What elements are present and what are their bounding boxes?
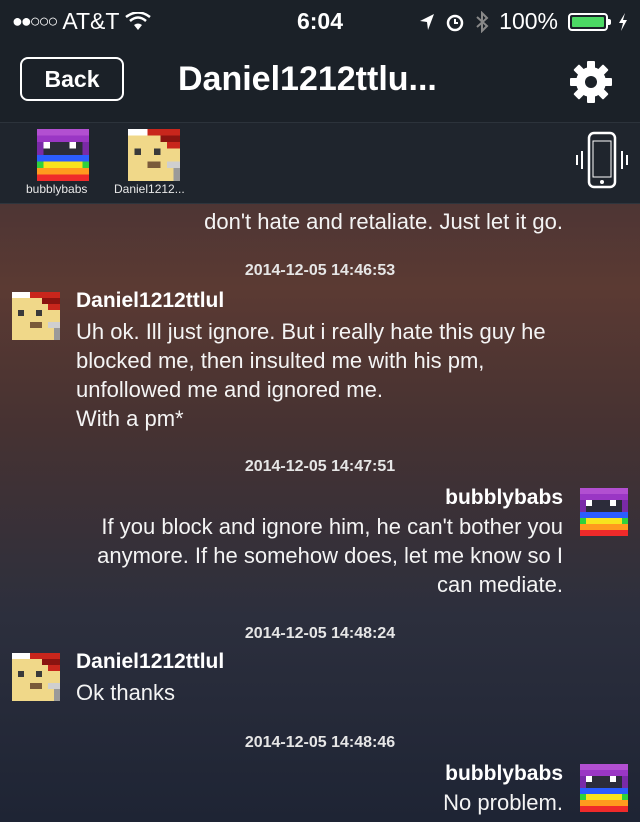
message-text[interactable]: If you block and ignore him, he can't bo… <box>23 512 563 599</box>
phone-vibrate-icon[interactable] <box>574 129 630 191</box>
partial-message-text: don't hate and retaliate. Just let it go… <box>204 209 563 234</box>
status-right: 100% <box>419 8 628 35</box>
message-line: Ok thanks <box>76 680 176 705</box>
timestamp: 2014-12-05 14:48:24 <box>244 625 396 642</box>
navigation-bar: Back Daniel1212ttlu... <box>0 40 640 123</box>
message-line: No problem. <box>443 790 563 815</box>
timestamp: 2014-12-05 14:46:53 <box>244 262 396 279</box>
message-text[interactable]: With a pm* <box>76 404 616 433</box>
battery-icon <box>568 12 611 31</box>
message-line: Uh ok. Ill just ignore. But i really hat… <box>76 319 546 344</box>
bluetooth-icon <box>475 10 489 33</box>
message-line: anymore. If he somehow does, let me know… <box>97 543 563 568</box>
location-arrow-icon <box>419 13 435 31</box>
avatar-daniel[interactable] <box>12 292 60 340</box>
message-line: unfollowed me and ignored me. <box>76 377 383 402</box>
participant-strip: bubblybabs Daniel1212... <box>0 123 640 204</box>
message-line: blocked me, then insulted me with his pm… <box>76 348 485 373</box>
message-line: can mediate. <box>437 572 563 597</box>
avatar-bubblybabs[interactable] <box>580 764 628 812</box>
sender-name: Daniel1212ttlul <box>76 289 225 312</box>
message-text[interactable]: Uh ok. Ill just ignore. But i really hat… <box>76 317 616 404</box>
charging-icon <box>618 12 628 31</box>
sender-name: bubblybabs <box>445 486 563 509</box>
status-bar: ●●○○○ AT&T 6:04 100% <box>0 0 640 40</box>
gear-icon[interactable] <box>567 60 615 104</box>
message-text[interactable]: Ok thanks <box>76 678 616 707</box>
participant-label-daniel: Daniel1212... <box>114 182 185 196</box>
avatar-daniel[interactable] <box>12 653 60 701</box>
battery-percent: 100% <box>499 8 558 34</box>
avatar-bubblybabs[interactable] <box>580 488 628 536</box>
avatar-daniel[interactable] <box>128 129 180 181</box>
message-line: If you block and ignore him, he can't bo… <box>101 514 563 539</box>
avatar-bubblybabs[interactable] <box>37 129 89 181</box>
sender-name: bubblybabs <box>445 762 563 785</box>
conversation-title: Daniel1212ttlu... <box>178 60 437 98</box>
message-text[interactable]: No problem. <box>23 788 563 817</box>
timestamp: 2014-12-05 14:48:46 <box>244 734 396 751</box>
back-button[interactable]: Back <box>20 57 124 101</box>
chat-area[interactable]: don't hate and retaliate. Just let it go… <box>0 204 640 822</box>
participant-label-bubblybabs: bubblybabs <box>26 182 88 196</box>
alarm-icon <box>445 12 465 32</box>
timestamp: 2014-12-05 14:47:51 <box>244 458 396 475</box>
sender-name: Daniel1212ttlul <box>76 650 225 673</box>
